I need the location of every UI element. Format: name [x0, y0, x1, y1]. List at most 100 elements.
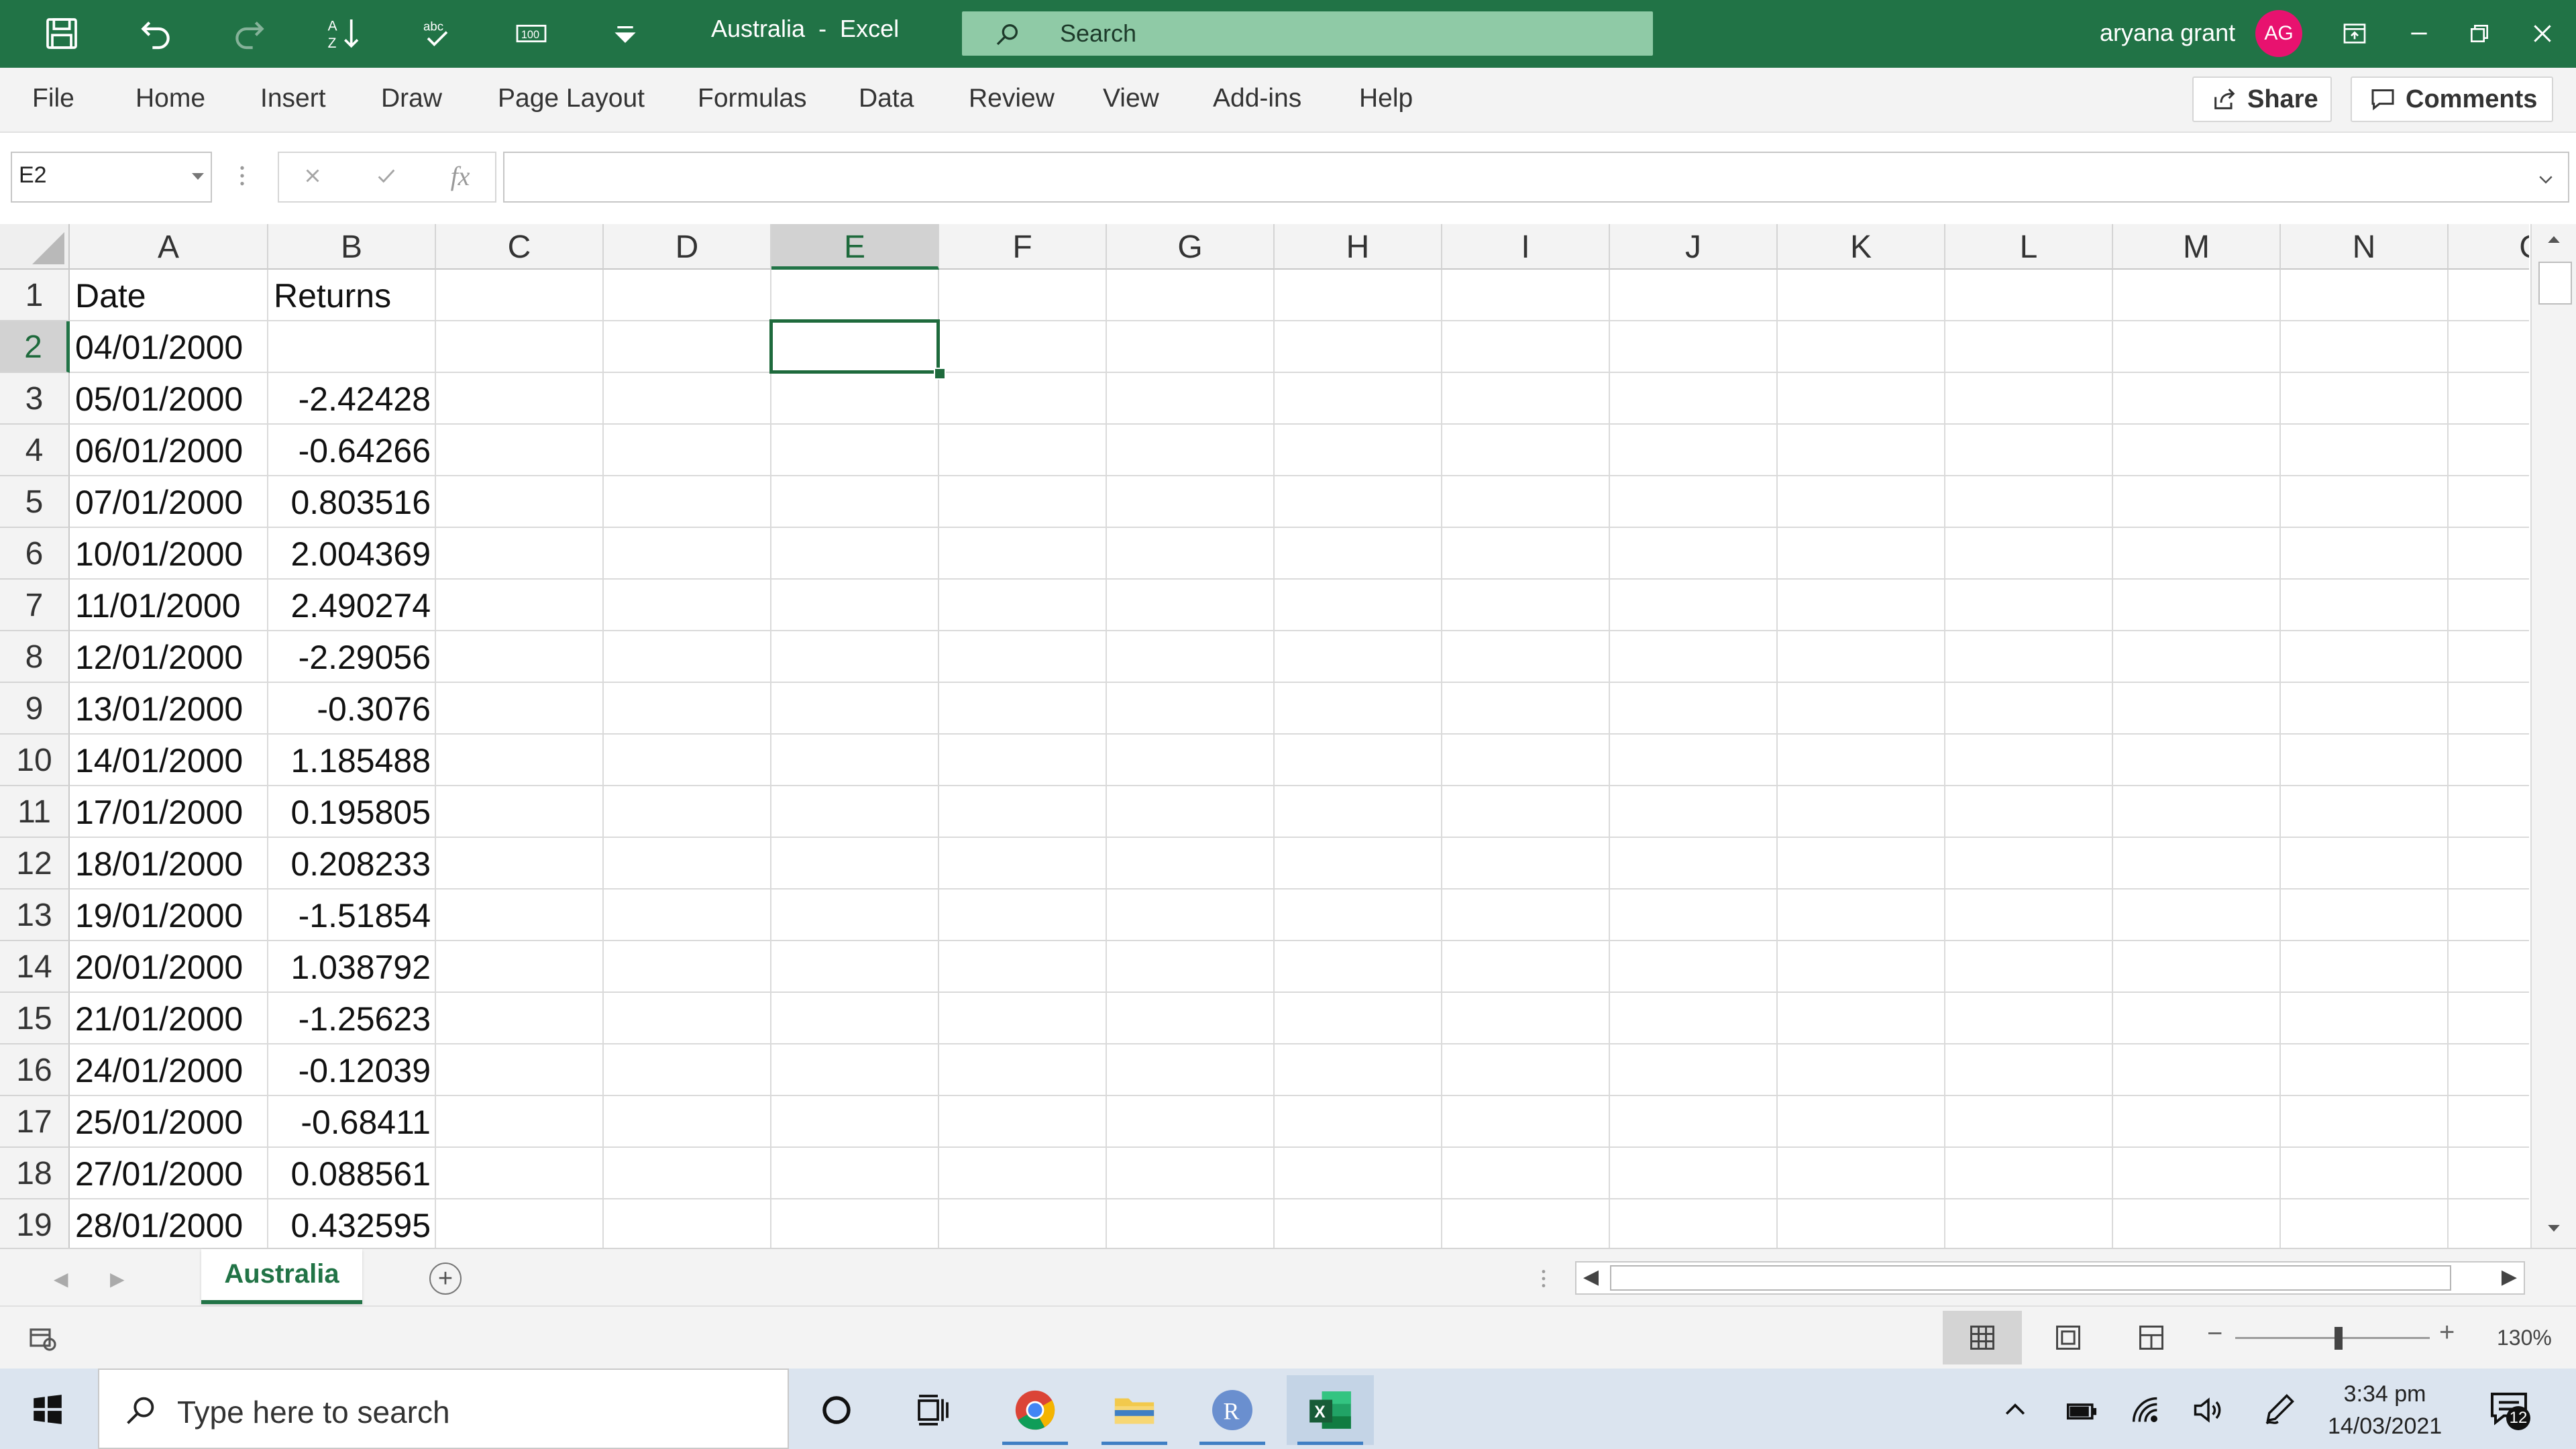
cortana-icon[interactable]: [793, 1375, 880, 1445]
zoom-out-icon[interactable]: −: [2207, 1319, 2222, 1349]
share-button[interactable]: Share: [2192, 76, 2332, 122]
cell-return[interactable]: 0.208233: [268, 838, 436, 890]
scroll-up-icon[interactable]: [2544, 229, 2564, 250]
windows-start-icon[interactable]: [31, 1393, 64, 1426]
row-header-16[interactable]: 16: [0, 1044, 70, 1096]
cell-return[interactable]: 0.088561: [268, 1148, 436, 1199]
cell-date[interactable]: 14/01/2000: [70, 735, 268, 786]
sort-ascending-icon[interactable]: AZ: [319, 9, 368, 58]
cell-date[interactable]: 07/01/2000: [70, 476, 268, 528]
cell-date[interactable]: 25/01/2000: [70, 1096, 268, 1148]
cell-date[interactable]: 06/01/2000: [70, 425, 268, 476]
tab-add-ins[interactable]: Add-ins: [1213, 84, 1301, 113]
cell-b1-header[interactable]: Returns: [268, 270, 436, 321]
fill-handle[interactable]: [934, 368, 946, 380]
save-icon[interactable]: [38, 9, 86, 58]
pen-workspace-icon[interactable]: [2262, 1391, 2297, 1426]
undo-icon[interactable]: [131, 9, 180, 58]
cell-date[interactable]: 04/01/2000: [70, 321, 268, 373]
tab-review[interactable]: Review: [969, 84, 1055, 113]
sheet-tab-australia[interactable]: Australia: [201, 1249, 362, 1304]
row-header-3[interactable]: 3: [0, 373, 70, 425]
user-avatar[interactable]: AG: [2255, 10, 2302, 57]
excel-app-icon[interactable]: X: [1287, 1375, 1374, 1445]
cell-return[interactable]: -2.29056: [268, 631, 436, 683]
scroll-right-icon[interactable]: ▶: [2502, 1265, 2517, 1289]
chrome-icon[interactable]: [991, 1375, 1079, 1445]
tab-view[interactable]: View: [1103, 84, 1159, 113]
column-header-n[interactable]: N: [2281, 224, 2449, 270]
cell-date[interactable]: 11/01/2000: [70, 580, 268, 631]
column-header-b[interactable]: B: [268, 224, 436, 270]
row-header-19[interactable]: 19: [0, 1199, 70, 1248]
minimize-icon[interactable]: [2392, 7, 2446, 60]
horizontal-scrollbar[interactable]: ◀ ▶: [1575, 1261, 2525, 1295]
comments-button[interactable]: Comments: [2351, 76, 2553, 122]
select-all-button[interactable]: [0, 224, 70, 270]
vertical-scrollbar[interactable]: [2530, 224, 2576, 1248]
zoom-level[interactable]: 130%: [2497, 1326, 2552, 1350]
show-hidden-icons-icon[interactable]: [2000, 1395, 2030, 1425]
row-header-9[interactable]: 9: [0, 683, 70, 735]
cell-date[interactable]: 27/01/2000: [70, 1148, 268, 1199]
action-center-icon[interactable]: 12: [2489, 1389, 2532, 1432]
row-header-15[interactable]: 15: [0, 993, 70, 1044]
column-header-k[interactable]: K: [1778, 224, 1945, 270]
row-header-12[interactable]: 12: [0, 838, 70, 890]
row-header-7[interactable]: 7: [0, 580, 70, 631]
tab-data[interactable]: Data: [859, 84, 914, 113]
customize-quick-access-icon[interactable]: [601, 9, 649, 58]
ribbon-display-options-icon[interactable]: [2328, 7, 2381, 60]
new-sheet-icon[interactable]: +: [429, 1263, 462, 1295]
cell-return[interactable]: 0.195805: [268, 786, 436, 838]
zoom-slider[interactable]: [2235, 1337, 2430, 1339]
cell-date[interactable]: 28/01/2000: [70, 1199, 268, 1248]
row-header-14[interactable]: 14: [0, 941, 70, 993]
cell-return[interactable]: 1.185488: [268, 735, 436, 786]
tab-file[interactable]: File: [32, 84, 74, 113]
tab-insert[interactable]: Insert: [260, 84, 326, 113]
tab-formulas[interactable]: Formulas: [698, 84, 807, 113]
file-explorer-icon[interactable]: [1091, 1375, 1178, 1445]
row-header-18[interactable]: 18: [0, 1148, 70, 1199]
accessibility-icon[interactable]: [27, 1323, 59, 1355]
cell-return[interactable]: -0.64266: [268, 425, 436, 476]
zoom-100-icon[interactable]: 100: [507, 9, 555, 58]
tab-help[interactable]: Help: [1359, 84, 1413, 113]
cell-date[interactable]: 24/01/2000: [70, 1044, 268, 1096]
worksheet-grid[interactable]: ABCDEFGHIJKLMNO 123456789101112131415161…: [0, 224, 2529, 1248]
tab-page-layout[interactable]: Page Layout: [498, 84, 645, 113]
r-app-icon[interactable]: R: [1189, 1375, 1276, 1445]
chevron-down-icon[interactable]: [192, 173, 204, 180]
spelling-icon[interactable]: abc: [413, 9, 462, 58]
cell-return[interactable]: -0.3076: [268, 683, 436, 735]
cancel-icon[interactable]: [292, 156, 333, 196]
horizontal-scroll-thumb[interactable]: [1610, 1265, 2451, 1291]
normal-view-button[interactable]: [1943, 1311, 2022, 1364]
cell-date[interactable]: 19/01/2000: [70, 890, 268, 941]
search-box[interactable]: Search: [962, 11, 1653, 56]
cell-date[interactable]: 05/01/2000: [70, 373, 268, 425]
volume-icon[interactable]: [2191, 1393, 2226, 1428]
column-header-g[interactable]: G: [1107, 224, 1275, 270]
cell-return[interactable]: 2.490274: [268, 580, 436, 631]
battery-icon[interactable]: [2063, 1393, 2100, 1429]
column-header-e[interactable]: E: [771, 224, 939, 270]
formula-input[interactable]: [503, 152, 2569, 203]
column-header-j[interactable]: J: [1610, 224, 1778, 270]
cell-return[interactable]: -0.12039: [268, 1044, 436, 1096]
cell-date[interactable]: 18/01/2000: [70, 838, 268, 890]
cell-return[interactable]: 1.038792: [268, 941, 436, 993]
cell-return[interactable]: -1.51854: [268, 890, 436, 941]
row-header-17[interactable]: 17: [0, 1096, 70, 1148]
enter-icon[interactable]: [366, 156, 407, 196]
row-header-11[interactable]: 11: [0, 786, 70, 838]
cell-date[interactable]: 10/01/2000: [70, 528, 268, 580]
wifi-icon[interactable]: [2128, 1393, 2163, 1428]
task-view-icon[interactable]: [890, 1375, 977, 1445]
restore-icon[interactable]: [2453, 7, 2506, 60]
close-icon[interactable]: [2516, 7, 2569, 60]
page-layout-view-button[interactable]: [2029, 1311, 2108, 1364]
insert-function-icon[interactable]: fx: [440, 156, 480, 196]
expand-formula-bar-icon[interactable]: [2536, 169, 2556, 189]
